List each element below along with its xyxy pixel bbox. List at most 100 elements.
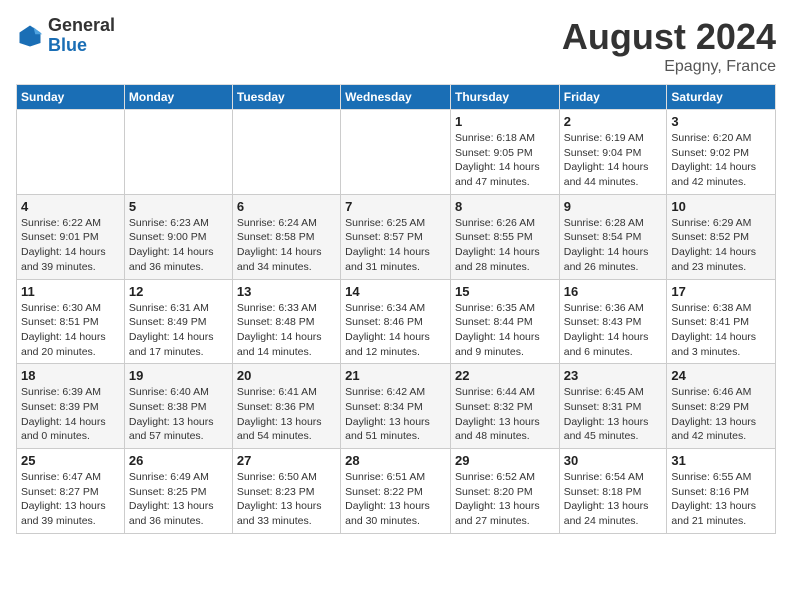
- calendar-cell: 7Sunrise: 6:25 AMSunset: 8:57 PMDaylight…: [341, 194, 451, 279]
- day-number: 24: [671, 368, 771, 383]
- day-number: 21: [345, 368, 446, 383]
- weekday-header-row: SundayMondayTuesdayWednesdayThursdayFrid…: [17, 85, 776, 110]
- day-number: 8: [455, 199, 555, 214]
- day-number: 9: [564, 199, 663, 214]
- calendar-cell: [17, 110, 125, 195]
- calendar-cell: 9 Sunrise: 6:28 AMSunset: 8:54 PMDaylight…: [559, 194, 667, 279]
- week-row-1: 1Sunrise: 6:18 AMSunset: 9:05 PMDaylight…: [17, 110, 776, 195]
- week-row-3: 11 Sunrise: 6:30 AMSunset: 8:51 PMDayligh…: [17, 279, 776, 364]
- day-info: Sunrise: 6:50 AMSunset: 8:23 PMDaylight:…: [237, 470, 336, 529]
- calendar-cell: 23 Sunrise: 6:45 AMSunset: 8:31 PMDayligh…: [559, 364, 667, 449]
- day-number: 23: [564, 368, 663, 383]
- day-number: 26: [129, 453, 228, 468]
- day-number: 17: [671, 284, 771, 299]
- day-info: Sunrise: 6:36 AMSunset: 8:43 PMDaylight:…: [564, 301, 663, 360]
- calendar-cell: 11 Sunrise: 6:30 AMSunset: 8:51 PMDayligh…: [17, 279, 125, 364]
- day-number: 11: [21, 284, 120, 299]
- day-info: Sunrise: 6:45 AMSunset: 8:31 PMDaylight:…: [564, 385, 663, 444]
- day-info: Sunrise: 6:38 AMSunset: 8:41 PMDaylight:…: [671, 301, 771, 360]
- day-info: Sunrise: 6:33 AMSunset: 8:48 PMDaylight:…: [237, 301, 336, 360]
- day-number: 15: [455, 284, 555, 299]
- day-number: 18: [21, 368, 120, 383]
- weekday-thursday: Thursday: [450, 85, 559, 110]
- day-number: 30: [564, 453, 663, 468]
- calendar-cell: 25 Sunrise: 6:47 AMSunset: 8:27 PMDayligh…: [17, 449, 125, 534]
- calendar-cell: 18 Sunrise: 6:39 AMSunset: 8:39 PMDayligh…: [17, 364, 125, 449]
- day-info: Sunrise: 6:22 AMSunset: 9:01 PMDaylight:…: [21, 216, 120, 275]
- calendar-cell: [124, 110, 232, 195]
- calendar-body: 1Sunrise: 6:18 AMSunset: 9:05 PMDaylight…: [17, 110, 776, 534]
- calendar-cell: 20Sunrise: 6:41 AMSunset: 8:36 PMDayligh…: [232, 364, 340, 449]
- day-number: 19: [129, 368, 228, 383]
- day-info: Sunrise: 6:55 AMSunset: 8:16 PMDaylight:…: [671, 470, 771, 529]
- day-info: Sunrise: 6:39 AMSunset: 8:39 PMDaylight:…: [21, 385, 120, 444]
- week-row-4: 18 Sunrise: 6:39 AMSunset: 8:39 PMDayligh…: [17, 364, 776, 449]
- calendar-cell: 15 Sunrise: 6:35 AMSunset: 8:44 PMDayligh…: [450, 279, 559, 364]
- day-number: 5: [129, 199, 228, 214]
- calendar-cell: 6Sunrise: 6:24 AMSunset: 8:58 PMDaylight…: [232, 194, 340, 279]
- calendar-cell: 2 Sunrise: 6:19 AMSunset: 9:04 PMDaylight…: [559, 110, 667, 195]
- day-number: 25: [21, 453, 120, 468]
- day-info: Sunrise: 6:23 AMSunset: 9:00 PMDaylight:…: [129, 216, 228, 275]
- day-number: 16: [564, 284, 663, 299]
- page-header: General Blue August 2024 Epagny, France: [16, 16, 776, 76]
- day-info: Sunrise: 6:51 AMSunset: 8:22 PMDaylight:…: [345, 470, 446, 529]
- calendar-cell: 28Sunrise: 6:51 AMSunset: 8:22 PMDayligh…: [341, 449, 451, 534]
- weekday-sunday: Sunday: [17, 85, 125, 110]
- calendar-cell: 4Sunrise: 6:22 AMSunset: 9:01 PMDaylight…: [17, 194, 125, 279]
- day-number: 27: [237, 453, 336, 468]
- calendar-cell: 13 Sunrise: 6:33 AMSunset: 8:48 PMDayligh…: [232, 279, 340, 364]
- week-row-5: 25 Sunrise: 6:47 AMSunset: 8:27 PMDayligh…: [17, 449, 776, 534]
- day-number: 22: [455, 368, 555, 383]
- calendar-cell: 24Sunrise: 6:46 AMSunset: 8:29 PMDayligh…: [667, 364, 776, 449]
- day-number: 6: [237, 199, 336, 214]
- day-info: Sunrise: 6:25 AMSunset: 8:57 PMDaylight:…: [345, 216, 446, 275]
- location: Epagny, France: [562, 58, 776, 76]
- calendar-cell: 19 Sunrise: 6:40 AMSunset: 8:38 PMDayligh…: [124, 364, 232, 449]
- calendar-table: SundayMondayTuesdayWednesdayThursdayFrid…: [16, 84, 776, 534]
- weekday-friday: Friday: [559, 85, 667, 110]
- day-info: Sunrise: 6:49 AMSunset: 8:25 PMDaylight:…: [129, 470, 228, 529]
- calendar-cell: 5 Sunrise: 6:23 AMSunset: 9:00 PMDaylight…: [124, 194, 232, 279]
- logo-text: General Blue: [48, 16, 115, 56]
- weekday-tuesday: Tuesday: [232, 85, 340, 110]
- day-number: 2: [564, 114, 663, 129]
- day-number: 20: [237, 368, 336, 383]
- calendar-cell: [232, 110, 340, 195]
- calendar-cell: 14 Sunrise: 6:34 AMSunset: 8:46 PMDayligh…: [341, 279, 451, 364]
- day-info: Sunrise: 6:28 AMSunset: 8:54 PMDaylight:…: [564, 216, 663, 275]
- calendar-cell: 29Sunrise: 6:52 AMSunset: 8:20 PMDayligh…: [450, 449, 559, 534]
- day-info: Sunrise: 6:54 AMSunset: 8:18 PMDaylight:…: [564, 470, 663, 529]
- day-number: 14: [345, 284, 446, 299]
- day-info: Sunrise: 6:40 AMSunset: 8:38 PMDaylight:…: [129, 385, 228, 444]
- weekday-monday: Monday: [124, 85, 232, 110]
- weekday-saturday: Saturday: [667, 85, 776, 110]
- day-info: Sunrise: 6:20 AMSunset: 9:02 PMDaylight:…: [671, 131, 771, 190]
- day-number: 29: [455, 453, 555, 468]
- day-number: 13: [237, 284, 336, 299]
- day-info: Sunrise: 6:26 AMSunset: 8:55 PMDaylight:…: [455, 216, 555, 275]
- calendar-cell: 27 Sunrise: 6:50 AMSunset: 8:23 PMDayligh…: [232, 449, 340, 534]
- day-info: Sunrise: 6:35 AMSunset: 8:44 PMDaylight:…: [455, 301, 555, 360]
- calendar-cell: 1Sunrise: 6:18 AMSunset: 9:05 PMDaylight…: [450, 110, 559, 195]
- day-info: Sunrise: 6:42 AMSunset: 8:34 PMDaylight:…: [345, 385, 446, 444]
- day-info: Sunrise: 6:34 AMSunset: 8:46 PMDaylight:…: [345, 301, 446, 360]
- calendar-cell: 10 Sunrise: 6:29 AMSunset: 8:52 PMDayligh…: [667, 194, 776, 279]
- calendar-cell: 31Sunrise: 6:55 AMSunset: 8:16 PMDayligh…: [667, 449, 776, 534]
- day-info: Sunrise: 6:47 AMSunset: 8:27 PMDaylight:…: [21, 470, 120, 529]
- logo-icon: [16, 22, 44, 50]
- day-info: Sunrise: 6:30 AMSunset: 8:51 PMDaylight:…: [21, 301, 120, 360]
- logo-blue: Blue: [48, 36, 115, 56]
- day-info: Sunrise: 6:31 AMSunset: 8:49 PMDaylight:…: [129, 301, 228, 360]
- calendar-cell: 12Sunrise: 6:31 AMSunset: 8:49 PMDayligh…: [124, 279, 232, 364]
- calendar-cell: 21 Sunrise: 6:42 AMSunset: 8:34 PMDayligh…: [341, 364, 451, 449]
- day-info: Sunrise: 6:29 AMSunset: 8:52 PMDaylight:…: [671, 216, 771, 275]
- calendar-cell: 16 Sunrise: 6:36 AMSunset: 8:43 PMDayligh…: [559, 279, 667, 364]
- calendar-cell: 30 Sunrise: 6:54 AMSunset: 8:18 PMDayligh…: [559, 449, 667, 534]
- day-number: 1: [455, 114, 555, 129]
- calendar-cell: 17 Sunrise: 6:38 AMSunset: 8:41 PMDayligh…: [667, 279, 776, 364]
- calendar-cell: 22Sunrise: 6:44 AMSunset: 8:32 PMDayligh…: [450, 364, 559, 449]
- day-number: 10: [671, 199, 771, 214]
- day-number: 3: [671, 114, 771, 129]
- day-info: Sunrise: 6:19 AMSunset: 9:04 PMDaylight:…: [564, 131, 663, 190]
